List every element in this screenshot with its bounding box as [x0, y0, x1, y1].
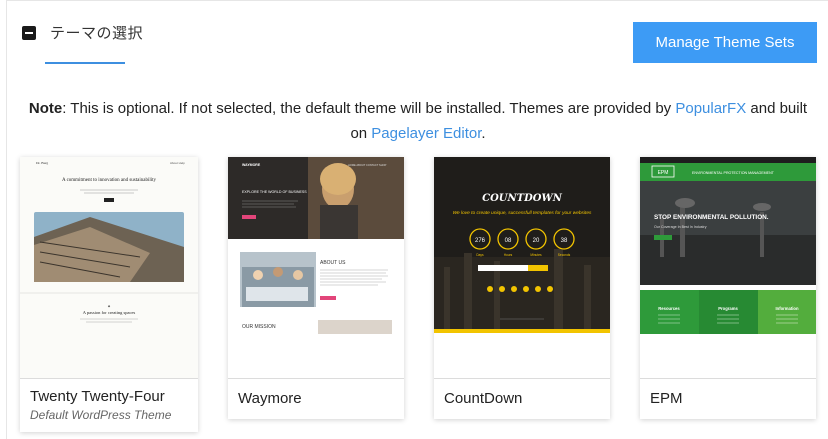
preview-twentytwentyfour-svg: Dr. Burg About Help A commitment to inno… [20, 157, 198, 378]
countdown-hours-value: 08 [505, 238, 512, 244]
manage-theme-sets-button[interactable]: Manage Theme Sets [633, 22, 817, 63]
theme-card-epm[interactable]: EPM ENVIRONMENTAL PROTECTION MANAGEMENT … [640, 157, 816, 419]
countdown-seconds-label: Seconds [558, 253, 571, 257]
preview-epm-svg: EPM ENVIRONMENTAL PROTECTION MANAGEMENT … [640, 157, 816, 334]
theme-card-waymore[interactable]: WAYMORE HOME ABOUT CONTACT SHOP EXPLORE … [228, 157, 404, 419]
theme-preview-epm: EPM ENVIRONMENTAL PROTECTION MANAGEMENT … [640, 157, 816, 378]
tt4-menu: About Help [170, 161, 185, 165]
pagelayer-link[interactable]: Pagelayer Editor [371, 125, 481, 142]
tt4-headline: A commitment to innovation and sustainab… [62, 178, 157, 183]
epm-bar: ENVIRONMENTAL PROTECTION MANAGEMENT [692, 171, 775, 175]
card-divider [640, 378, 816, 379]
note-text-before: : This is optional. If not selected, the… [62, 100, 676, 117]
theme-name: Waymore [238, 390, 302, 407]
epm-col-resources: Resources [658, 306, 680, 311]
theme-name: EPM [650, 390, 683, 407]
theme-subtitle: Default WordPress Theme [30, 408, 172, 422]
countdown-minutes-label: Minutes [530, 253, 542, 257]
theme-preview-countdown: COUNTDOWN We love to create unique, succ… [434, 157, 610, 378]
theme-name: Twenty Twenty-Four [30, 388, 165, 405]
countdown-days-label: Days [476, 253, 484, 257]
theme-name: CountDown [444, 390, 523, 407]
note-text-after: . [481, 125, 486, 142]
note-label: Note [28, 100, 63, 117]
countdown-days-value: 276 [475, 238, 486, 244]
countdown-minutes-value: 20 [533, 238, 540, 244]
tt4-section: A passion for creating spaces [83, 310, 136, 315]
svg-text:HOME ABOUT CONTACT SHOP: HOME ABOUT CONTACT SHOP [348, 163, 387, 167]
theme-preview-twenty-twenty-four: Dr. Burg About Help A commitment to inno… [20, 157, 198, 378]
waymore-brand: WAYMORE [242, 163, 261, 167]
countdown-hours-label: Hours [504, 253, 513, 257]
epm-hero-sub: Our Coverage In Best In Industry [654, 225, 707, 229]
countdown-seconds-value: 38 [561, 238, 568, 244]
popularfx-link[interactable]: PopularFX [675, 100, 746, 117]
waymore-mission: OUR MISSION [242, 324, 276, 330]
theme-preview-waymore: WAYMORE HOME ABOUT CONTACT SHOP EXPLORE … [228, 157, 404, 378]
countdown-tagline: We love to create unique, successfull te… [453, 210, 592, 216]
preview-waymore-svg: WAYMORE HOME ABOUT CONTACT SHOP EXPLORE … [228, 157, 404, 334]
tt4-brand: Dr. Burg [36, 161, 48, 165]
epm-hero: STOP ENVIRONMENTAL POLLUTION. [654, 214, 769, 221]
card-divider [228, 378, 404, 379]
theme-card-twenty-twenty-four[interactable]: Dr. Burg About Help A commitment to inno… [20, 157, 198, 432]
card-divider [434, 378, 610, 379]
waymore-about: ABOUT US [320, 260, 346, 266]
note-text: Note: This is optional. If not selected,… [20, 96, 816, 146]
theme-card-countdown[interactable]: COUNTDOWN We love to create unique, succ… [434, 157, 610, 419]
title-underline [45, 62, 125, 64]
epm-col-information: Information [775, 306, 798, 311]
theme-section-header[interactable]: テーマの選択 [22, 22, 143, 43]
epm-brand: EPM [658, 170, 669, 176]
epm-col-programs: Programs [718, 306, 738, 311]
card-divider [20, 378, 198, 379]
collapse-icon[interactable] [22, 25, 36, 40]
waymore-hero: EXPLORE THE WORLD OF BUSINESS [242, 190, 307, 194]
countdown-title: COUNTDOWN [482, 193, 563, 204]
section-title: テーマの選択 [50, 24, 144, 42]
preview-countdown-svg: COUNTDOWN We love to create unique, succ… [434, 157, 610, 333]
